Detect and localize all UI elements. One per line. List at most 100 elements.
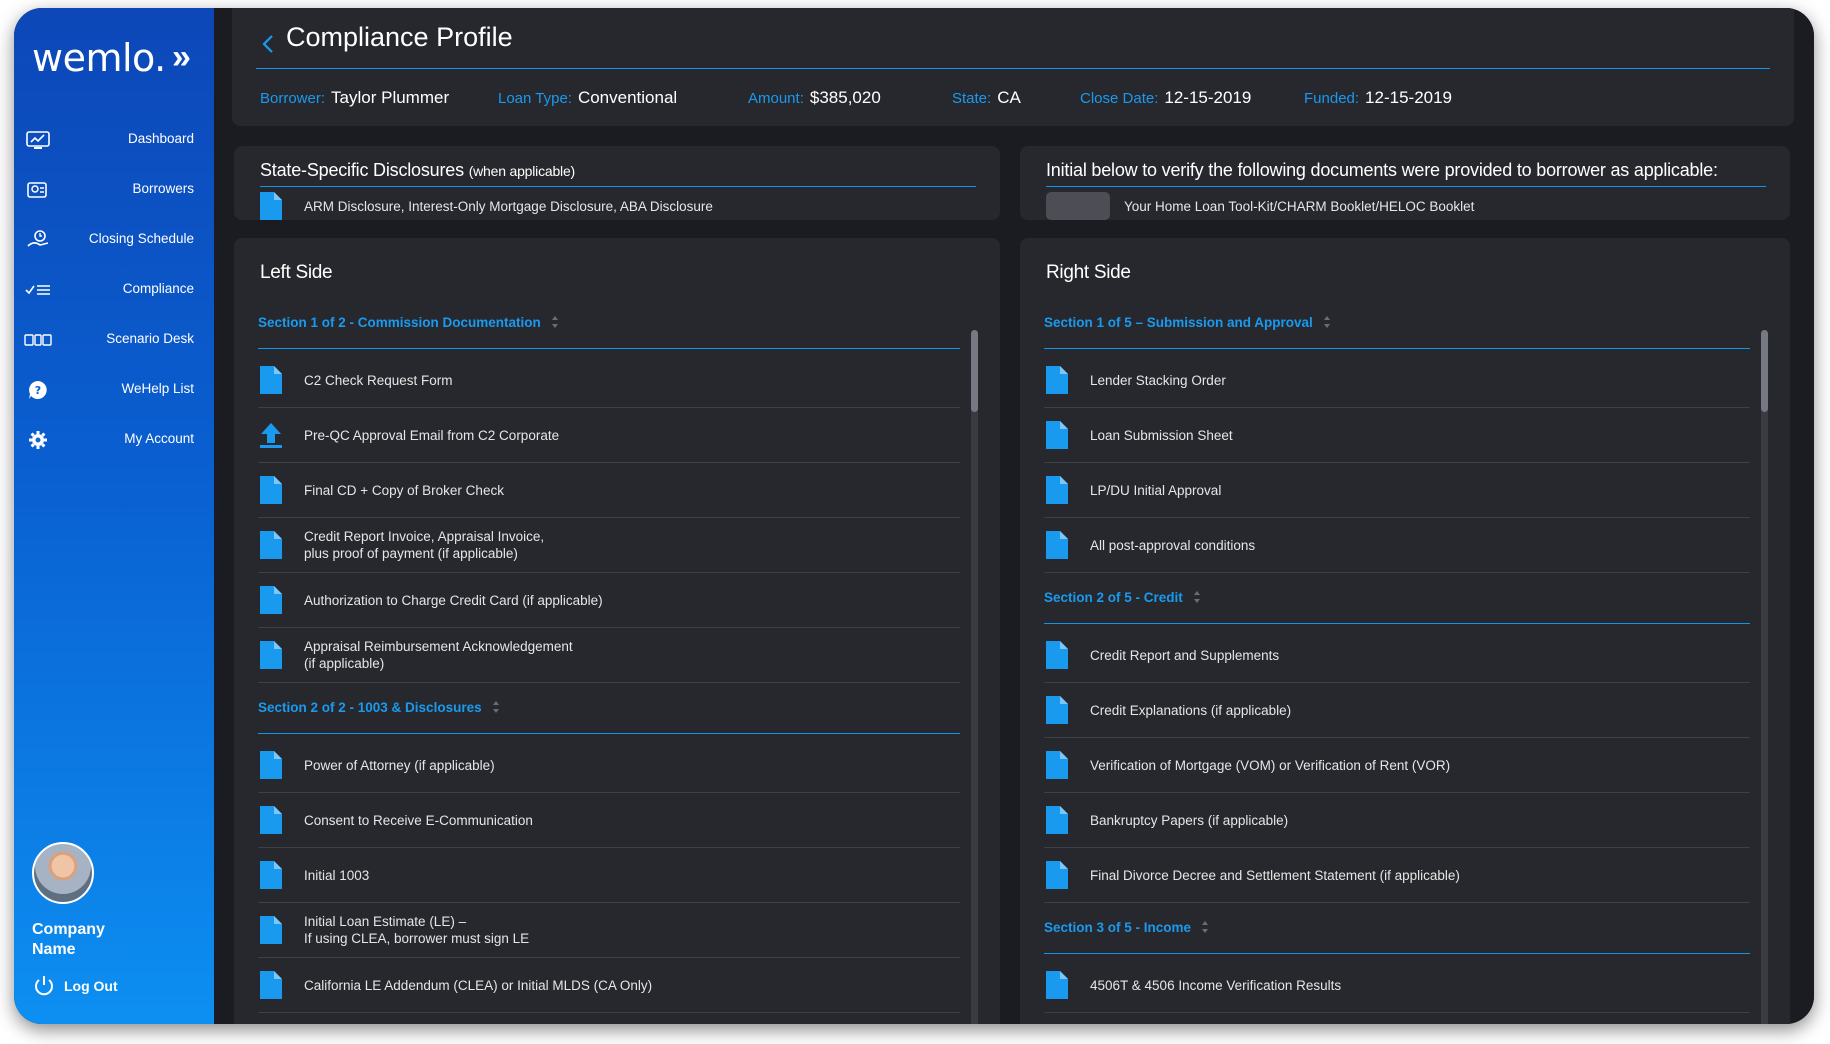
document-icon[interactable] bbox=[260, 971, 282, 999]
funded-field: Funded: 12-15-2019 bbox=[1304, 88, 1452, 108]
document-row[interactable]: Loan Submission Sheet bbox=[1044, 408, 1750, 463]
logout-button[interactable]: Log Out bbox=[32, 974, 118, 998]
wehelp-icon: ? bbox=[24, 377, 52, 403]
sidebar-nav: Dashboard Borrowers Closing Schedule Com… bbox=[14, 116, 214, 466]
sidebar-item-dashboard[interactable]: Dashboard bbox=[14, 116, 214, 166]
loan-type-value: Conventional bbox=[577, 88, 678, 107]
sort-icon[interactable] bbox=[1201, 920, 1209, 934]
document-row[interactable]: All post-approval conditions bbox=[1044, 518, 1750, 573]
upload-icon[interactable] bbox=[260, 421, 282, 449]
document-row[interactable]: Credit Explanations (if applicable) bbox=[1044, 683, 1750, 738]
funded-value: 12-15-2019 bbox=[1365, 88, 1453, 107]
document-icon[interactable] bbox=[1046, 696, 1068, 724]
state-field: State: CA bbox=[952, 88, 1021, 108]
document-icon[interactable] bbox=[1046, 476, 1068, 504]
sort-icon[interactable] bbox=[551, 315, 559, 329]
document-row[interactable]: Credit Report and Supplements bbox=[1044, 628, 1750, 683]
scroll-thumb[interactable] bbox=[971, 330, 978, 412]
section-divider bbox=[258, 733, 960, 734]
document-icon[interactable] bbox=[260, 476, 282, 504]
document-row[interactable]: Final Divorce Decree and Settlement Stat… bbox=[1044, 848, 1750, 903]
document-icon[interactable] bbox=[1046, 531, 1068, 559]
document-row[interactable]: Authorization to Charge Credit Card (if … bbox=[258, 573, 960, 628]
document-row[interactable]: Verification of Mortgage (VOM) or Verifi… bbox=[1044, 738, 1750, 793]
borrower-key: Borrower: bbox=[260, 90, 326, 107]
document-icon[interactable] bbox=[260, 531, 282, 559]
document-row[interactable]: Credit Report Invoice, Appraisal Invoice… bbox=[258, 518, 960, 573]
section-header[interactable]: Section 2 of 2 - 1003 & Disclosures bbox=[258, 695, 960, 719]
avatar[interactable] bbox=[32, 842, 94, 904]
back-chevron-icon[interactable] bbox=[258, 30, 278, 58]
document-row[interactable]: California LE Addendum (CLEA) or Initial… bbox=[258, 958, 960, 1013]
document-icon[interactable] bbox=[260, 806, 282, 834]
document-row[interactable]: Power of Attorney (if applicable) bbox=[258, 738, 960, 793]
initial-verify-text: Your Home Loan Tool-Kit/CHARM Booklet/HE… bbox=[1124, 198, 1475, 214]
wemlo-logo[interactable]: wemlo. bbox=[32, 36, 166, 80]
document-icon[interactable] bbox=[1046, 366, 1068, 394]
document-row[interactable]: Final CD + Copy of Broker Check bbox=[258, 463, 960, 518]
sidebar-item-my-account[interactable]: My Account bbox=[14, 416, 214, 466]
document-icon[interactable] bbox=[260, 366, 282, 394]
document-label: All post-approval conditions bbox=[1090, 537, 1256, 553]
document-row[interactable]: Anti-Steering Form (ASF) + rate sheets bbox=[258, 1013, 960, 1024]
document-icon[interactable] bbox=[1046, 861, 1068, 889]
section-title: Section 2 of 5 - Credit bbox=[1044, 589, 1183, 605]
document-row[interactable]: Consent to Receive E-Communication bbox=[258, 793, 960, 848]
closing-schedule-icon bbox=[24, 227, 52, 253]
document-icon[interactable] bbox=[260, 751, 282, 779]
document-icon[interactable] bbox=[260, 916, 282, 944]
document-label: Appraisal Reimbursement Acknowledgement … bbox=[304, 639, 573, 671]
sort-icon[interactable] bbox=[1323, 315, 1331, 329]
sidebar-item-scenario-desk[interactable]: Scenario Desk bbox=[14, 316, 214, 366]
sidebar-item-compliance[interactable]: Compliance bbox=[14, 266, 214, 316]
sidebar-item-closing-schedule[interactable]: Closing Schedule bbox=[14, 216, 214, 266]
section-divider bbox=[1044, 348, 1750, 349]
sort-icon[interactable] bbox=[492, 700, 500, 714]
sort-icon[interactable] bbox=[1193, 590, 1201, 604]
section-divider bbox=[1044, 953, 1750, 954]
section-header[interactable]: Section 1 of 5 – Submission and Approval bbox=[1044, 310, 1750, 334]
document-row[interactable]: Pre-QC Approval Email from C2 Corporate bbox=[258, 408, 960, 463]
scroll-thumb[interactable] bbox=[1761, 330, 1768, 412]
initials-input[interactable] bbox=[1046, 192, 1110, 220]
right-side-list: Section 1 of 5 – Submission and Approval… bbox=[1044, 298, 1750, 1024]
amount-field: Amount: $385,020 bbox=[748, 88, 881, 108]
sidebar-item-wehelp-list[interactable]: ? WeHelp List bbox=[14, 366, 214, 416]
document-icon[interactable] bbox=[260, 861, 282, 889]
document-row[interactable]: Appraisal Reimbursement Acknowledgement … bbox=[258, 628, 960, 683]
document-label: Consent to Receive E-Communication bbox=[304, 812, 533, 828]
page-title: Compliance Profile bbox=[286, 22, 513, 52]
state-disclosures-title: State-Specific Disclosures (when applica… bbox=[260, 160, 575, 181]
scrollbar[interactable] bbox=[1761, 330, 1768, 1024]
document-row[interactable]: C2 Check Request Form bbox=[258, 353, 960, 408]
document-icon[interactable] bbox=[1046, 806, 1068, 834]
section-title: Section 1 of 2 - Commission Documentatio… bbox=[258, 314, 541, 330]
document-label: Credit Report and Supplements bbox=[1090, 647, 1280, 663]
section-header[interactable]: Section 2 of 5 - Credit bbox=[1044, 585, 1750, 609]
document-row[interactable]: LP/DU Initial Approval bbox=[1044, 463, 1750, 518]
scrollbar[interactable] bbox=[971, 330, 978, 1024]
document-icon[interactable] bbox=[1046, 971, 1068, 999]
document-row[interactable] bbox=[1044, 1013, 1750, 1024]
document-row[interactable]: Bankruptcy Papers (if applicable) bbox=[1044, 793, 1750, 848]
sidebar-item-borrowers[interactable]: Borrowers bbox=[14, 166, 214, 216]
document-row[interactable]: Initial Loan Estimate (LE) – If using CL… bbox=[258, 903, 960, 958]
left-side-list: Section 1 of 2 - Commission Documentatio… bbox=[258, 298, 960, 1024]
document-icon[interactable] bbox=[1046, 641, 1068, 669]
left-side-title: Left Side bbox=[260, 262, 333, 283]
close-date-key: Close Date: bbox=[1080, 90, 1159, 107]
state-disclosure-row[interactable]: ARM Disclosure, Interest-Only Mortgage D… bbox=[260, 192, 976, 220]
borrowers-icon bbox=[24, 177, 52, 203]
document-row[interactable]: Initial 1003 bbox=[258, 848, 960, 903]
section-header[interactable]: Section 3 of 5 - Income bbox=[1044, 915, 1750, 939]
collapse-sidebar-icon[interactable]: » bbox=[172, 38, 191, 77]
document-icon[interactable] bbox=[1046, 421, 1068, 449]
document-row[interactable]: Lender Stacking Order bbox=[1044, 353, 1750, 408]
document-icon[interactable] bbox=[1046, 751, 1068, 779]
document-icon[interactable] bbox=[260, 641, 282, 669]
section-header[interactable]: Section 1 of 2 - Commission Documentatio… bbox=[258, 310, 960, 334]
state-key: State: bbox=[952, 90, 992, 107]
document-row[interactable]: 4506T & 4506 Income Verification Results bbox=[1044, 958, 1750, 1013]
document-icon[interactable] bbox=[260, 586, 282, 614]
borrower-value: Taylor Plummer bbox=[331, 88, 450, 107]
